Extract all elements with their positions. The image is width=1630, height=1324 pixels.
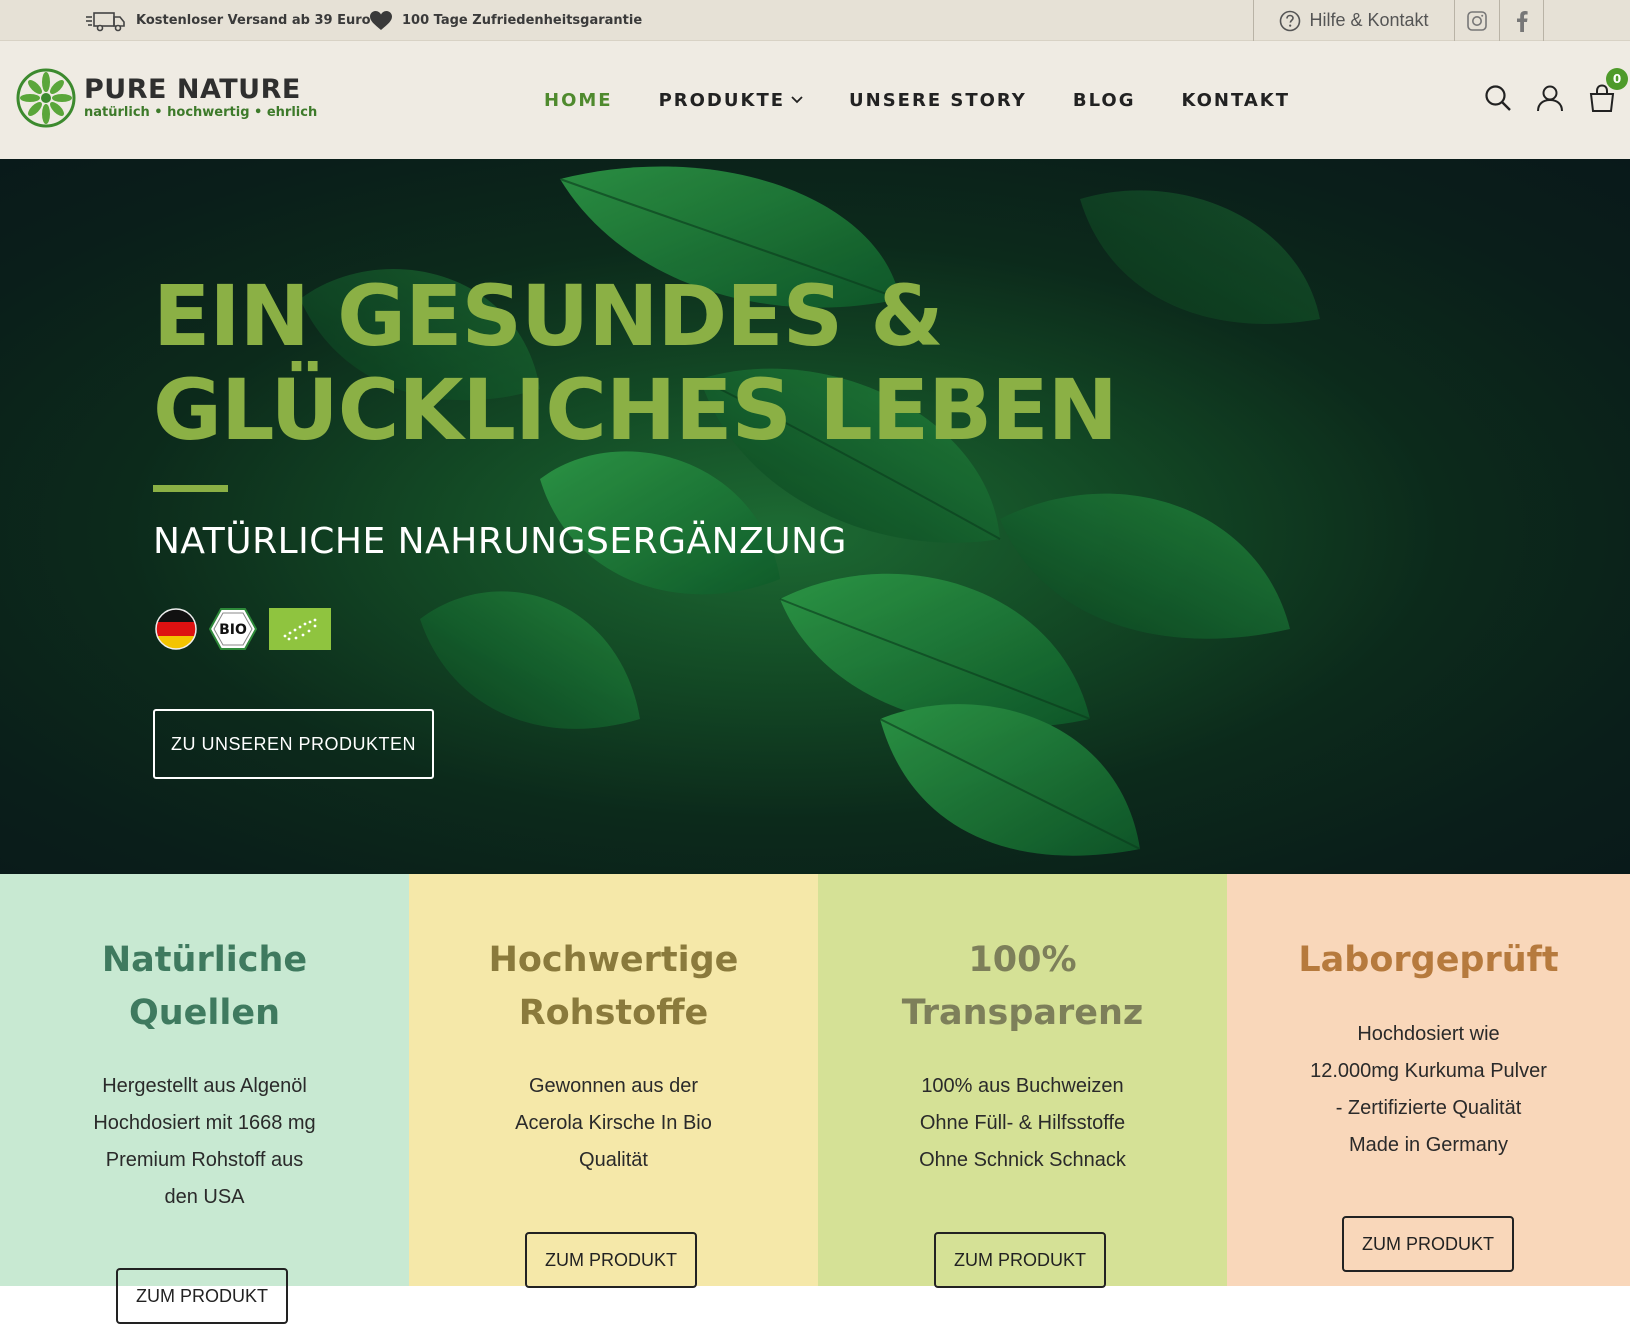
account-button[interactable] [1536, 84, 1564, 116]
feature-text-line: Qualität [579, 1149, 648, 1171]
bio-seal-icon: BIO [209, 608, 257, 650]
feature-text-line: Premium Rohstoff aus [105, 1149, 304, 1171]
feature-text-line: Hergestellt aus Algenöl [102, 1075, 307, 1097]
nav-item-blog[interactable]: BLOG [1073, 90, 1136, 111]
nav-item-label: BLOG [1072, 89, 1136, 111]
facebook-link[interactable] [1499, 0, 1544, 41]
feature-title: 100% Transparenz [818, 934, 1227, 1040]
feature-text-line: Hochdosiert mit 1668 mg [93, 1112, 316, 1134]
heart-icon [370, 10, 392, 30]
product-button[interactable]: ZUM PRODUKT [525, 1232, 697, 1288]
top-info-bar: Kostenloser Versand ab 39 Euro 100 Tage … [0, 0, 1630, 41]
help-contact-label: Hilfe & Kontakt [1309, 10, 1429, 30]
feature-title: Laborgeprüft [1227, 934, 1630, 987]
hero-title-line-2: GLÜCKLICHES LEBEN [153, 361, 1118, 459]
feature-title-line: Rohstoffe [518, 993, 709, 1033]
feature-text-line: Made in Germany [1349, 1134, 1508, 1156]
nav-item-label: KONTAKT [1181, 89, 1291, 111]
instagram-icon [1467, 10, 1487, 31]
feature-columns: Natürliche Quellen Hergestellt aus Algen… [0, 874, 1630, 1324]
help-contact-link[interactable]: Hilfe & Kontakt [1253, 0, 1454, 41]
feature-description: Hergestellt aus Algenöl Hochdosiert mit … [0, 1068, 409, 1216]
feature-title: Natürliche Quellen [0, 934, 409, 1040]
to-products-button[interactable]: ZU UNSEREN PRODUKTEN [153, 709, 434, 779]
feature-text-line: Ohne Schnick Schnack [919, 1149, 1126, 1171]
feature-text-line: den USA [164, 1186, 245, 1208]
search-button[interactable] [1484, 84, 1512, 116]
shipping-text: Kostenloser Versand ab 39 Euro [136, 13, 371, 28]
hero-subtitle: NATÜRLICHE NAHRUNGSERGÄNZUNG [153, 521, 847, 562]
feature-title-line: Natürliche [101, 940, 308, 980]
guarantee-info: 100 Tage Zufriedenheitsgarantie [370, 0, 642, 41]
shipping-info: Kostenloser Versand ab 39 Euro [86, 0, 371, 41]
truck-icon [86, 11, 125, 31]
nav-item-label: UNSERE STORY [849, 89, 1027, 111]
nav-item-label: PRODUKTE [658, 89, 786, 111]
nav-item-label: HOME [544, 89, 613, 111]
feature-title-line: Transparenz [901, 993, 1144, 1033]
site-logo[interactable]: PURE NATURE natürlich • hochwertig • ehr… [16, 68, 317, 128]
nav-item-produkte[interactable]: PRODUKTE [659, 90, 803, 111]
certification-badges: BIO [155, 607, 343, 651]
product-button[interactable]: ZUM PRODUKT [1342, 1216, 1514, 1272]
feature-text-line: 100% aus Buchweizen [921, 1075, 1124, 1097]
guarantee-text: 100 Tage Zufriedenheitsgarantie [402, 13, 643, 28]
germany-flag-icon [155, 608, 197, 650]
svg-text:BIO: BIO [219, 622, 247, 638]
feature-title-line: Quellen [128, 993, 281, 1033]
feature-text-line: 12.000mg Kurkuma Pulver [1310, 1060, 1547, 1082]
hero-divider [153, 485, 228, 492]
feature-description: Gewonnen aus der Acerola Kirsche In Bio … [409, 1068, 818, 1179]
cart-button[interactable]: 0 [1588, 68, 1628, 116]
site-header: PURE NATURE natürlich • hochwertig • ehr… [0, 41, 1630, 159]
feature-title-line: Hochwertige [488, 940, 739, 980]
feature-text-line: Gewonnen aus der [528, 1075, 698, 1097]
eu-organic-logo-icon [269, 608, 331, 650]
feature-natuerliche-quellen: Natürliche Quellen Hergestellt aus Algen… [0, 874, 409, 1324]
feature-laborgeprueft: Laborgeprüft Hochdosiert wie 12.000mg Ku… [1227, 874, 1630, 1286]
nav-item-home[interactable]: HOME [544, 90, 613, 111]
feature-hochwertige-rohstoffe: Hochwertige Rohstoffe Gewonnen aus der A… [409, 874, 818, 1288]
feature-title: Hochwertige Rohstoffe [409, 934, 818, 1040]
instagram-link[interactable] [1454, 0, 1499, 41]
user-icon [1537, 85, 1563, 112]
search-icon [1485, 85, 1511, 111]
feature-text-line: Acerola Kirsche In Bio [515, 1112, 712, 1134]
feature-title-line: 100% [968, 940, 1077, 980]
feature-description: Hochdosiert wie 12.000mg Kurkuma Pulver … [1227, 1016, 1630, 1164]
nav-item-unsere-story[interactable]: UNSERE STORY [849, 90, 1027, 111]
hero-title-line-1: EIN GESUNDES & [153, 267, 944, 365]
hero-title: EIN GESUNDES & GLÜCKLICHES LEBEN [153, 269, 1153, 457]
feature-text-line: Ohne Füll- & Hilfsstoffe [919, 1112, 1126, 1134]
brand-tagline: natürlich • hochwertig • ehrlich [84, 105, 318, 120]
facebook-icon [1516, 10, 1528, 32]
feature-description: 100% aus Buchweizen Ohne Füll- & Hilfsst… [818, 1068, 1227, 1179]
product-button[interactable]: ZUM PRODUKT [116, 1268, 288, 1324]
main-nav: HOME PRODUKTE UNSERE STORY BLOG KONTAKT [544, 41, 1336, 159]
feature-title-line: Laborgeprüft [1298, 940, 1559, 980]
feature-text-line: - Zertifizierte Qualität [1335, 1097, 1522, 1119]
leaf-wheel-logo-icon [16, 68, 76, 128]
chevron-down-icon [791, 96, 803, 104]
feature-text-line: Hochdosiert wie [1357, 1023, 1500, 1045]
nav-item-kontakt[interactable]: KONTAKT [1181, 90, 1290, 111]
feature-transparenz: 100% Transparenz 100% aus Buchweizen Ohn… [818, 874, 1227, 1288]
product-button[interactable]: ZUM PRODUKT [934, 1232, 1106, 1288]
question-circle-icon [1280, 10, 1301, 31]
brand-name: PURE NATURE [84, 74, 301, 105]
cart-count-badge: 0 [1606, 68, 1628, 90]
hero-banner: EIN GESUNDES & GLÜCKLICHES LEBEN NATÜRLI… [0, 159, 1630, 874]
